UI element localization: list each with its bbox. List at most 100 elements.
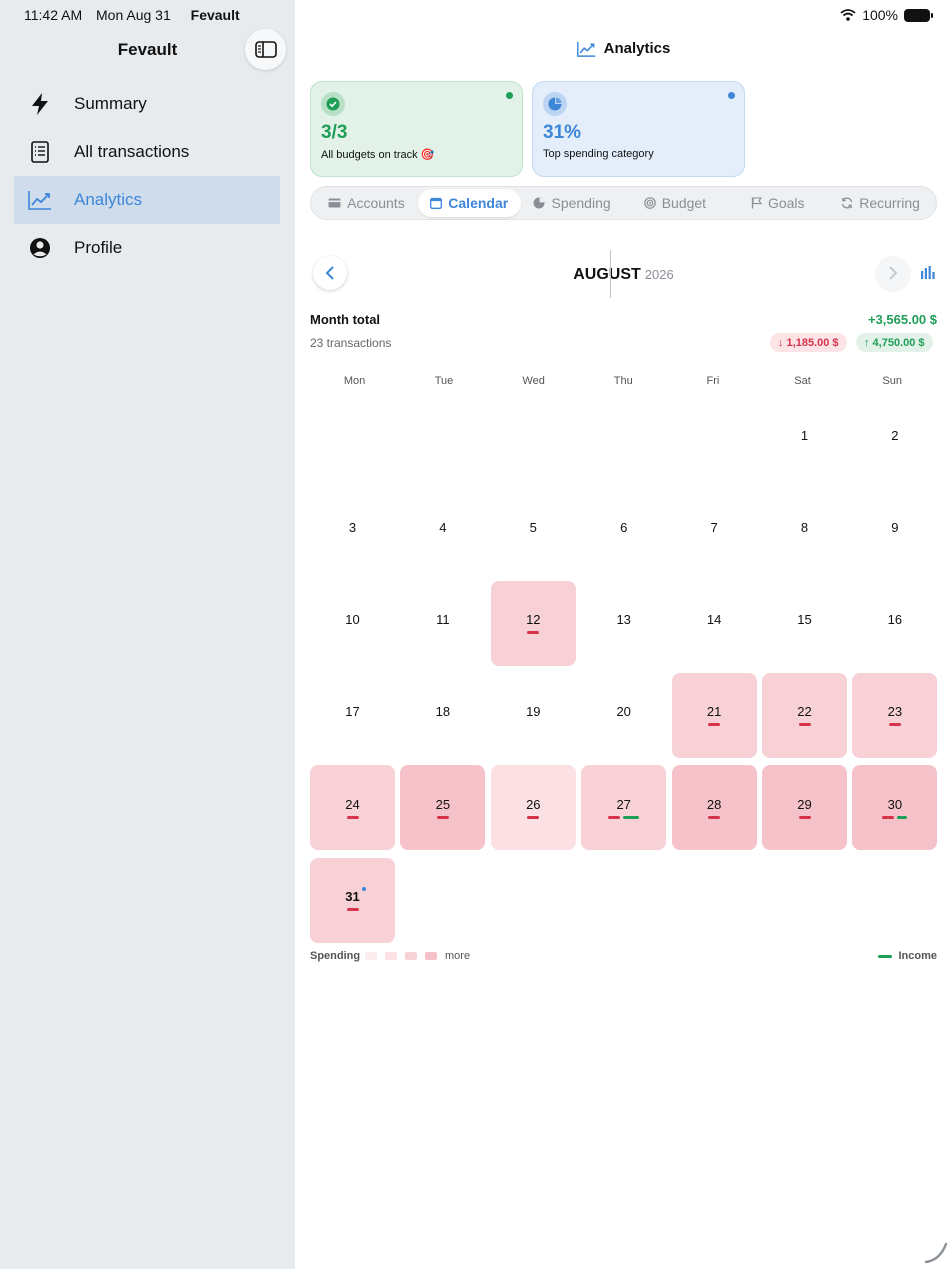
calendar-day[interactable]: 11 <box>400 581 485 666</box>
tab-spending[interactable]: Spending <box>521 189 624 217</box>
top-category-value: 31% <box>543 122 582 143</box>
flag-icon <box>751 197 762 209</box>
calendar-day[interactable]: 1 <box>762 396 847 481</box>
calendar-day[interactable]: 4 <box>400 488 485 573</box>
card-icon <box>328 198 341 208</box>
spending-mark <box>798 723 811 727</box>
pie-icon <box>533 197 545 209</box>
status-bar-right: 100% <box>840 7 933 23</box>
calendar-day[interactable]: 25 <box>400 765 486 851</box>
calendar-day-number: 28 <box>706 796 722 812</box>
sidebar-item-analytics[interactable]: Analytics <box>14 176 280 224</box>
calendar-day-number: 16 <box>887 612 903 628</box>
analytics-tabs: Accounts Calendar Spending Budget Goals … <box>310 186 937 220</box>
calendar-day[interactable]: 5 <box>491 488 576 573</box>
tab-budget[interactable]: Budget <box>623 189 726 217</box>
calendar-day[interactable]: 3 <box>310 488 395 573</box>
calendar-day[interactable]: 12 <box>490 580 576 666</box>
tab-recurring[interactable]: Recurring <box>829 189 932 217</box>
tab-goals[interactable]: Goals <box>726 189 829 217</box>
top-category-card[interactable]: 31% Top spending category <box>532 81 745 177</box>
calendar-day-number: 9 <box>891 519 899 535</box>
budgets-label: All budgets on track 🎯 <box>321 149 435 161</box>
analytics-icon <box>576 41 595 57</box>
calendar-day-number: 5 <box>529 519 537 535</box>
sidebar-toggle-button[interactable] <box>245 29 286 70</box>
calendar-day[interactable]: 26 <box>490 765 576 851</box>
calendar-day[interactable]: 7 <box>672 488 757 573</box>
calendar-day-number: 17 <box>345 704 360 720</box>
calendar-day-number: 24 <box>345 796 360 812</box>
status-dot <box>728 92 735 99</box>
calendar-day[interactable]: 9 <box>852 488 937 573</box>
tab-accounts[interactable]: Accounts <box>315 189 418 217</box>
spending-mark <box>888 723 901 727</box>
calendar-day[interactable]: 8 <box>762 488 847 573</box>
calendar-day[interactable]: 13 <box>581 581 666 666</box>
legend-more-label: more <box>445 950 471 962</box>
calendar-day[interactable]: 24 <box>310 765 395 851</box>
calendar-day[interactable]: 21 <box>671 672 757 758</box>
calendar-day-number: 11 <box>436 612 450 628</box>
legend-income-line <box>878 955 892 958</box>
calendar-day-number: 25 <box>435 796 451 812</box>
weekday-label: Sun <box>882 375 902 387</box>
calendar-day[interactable]: 30 <box>852 765 938 851</box>
status-bar-left: 11:42 AM Mon Aug 31 Fevault <box>24 7 250 23</box>
next-month-button[interactable] <box>876 256 910 290</box>
repeat-icon <box>842 197 853 209</box>
month-navigation: AUGUST 2026 <box>310 250 937 298</box>
calendar-day[interactable]: 19 <box>491 673 576 758</box>
calendar-day-number: 29 <box>797 796 812 812</box>
day-activity-marks <box>346 908 359 911</box>
sidebar-item-summary[interactable]: Summary <box>14 80 280 128</box>
calendar-day-number: 10 <box>345 612 360 628</box>
calendar-day[interactable]: 14 <box>672 581 757 666</box>
weekday-label: Thu <box>613 375 633 387</box>
check-shield-icon <box>321 92 345 116</box>
person-circle-icon <box>28 236 52 260</box>
sidebar-nav: Summary All transactions Analytics Profi… <box>14 80 280 272</box>
calendar-day[interactable]: 29 <box>762 765 847 851</box>
sidebar-item-label: Summary <box>74 94 147 113</box>
day-activity-marks <box>527 631 540 635</box>
legend-swatch-level-0 <box>365 952 377 960</box>
calendar-day[interactable]: 23 <box>852 672 938 758</box>
budgets-card[interactable]: 3/3 All budgets on track 🎯 <box>310 81 523 177</box>
spending-mark <box>436 815 449 819</box>
calendar-day[interactable]: 2 <box>852 396 937 481</box>
calendar-day-number: 3 <box>348 519 357 535</box>
month-total-label: Month total <box>310 312 381 327</box>
calendar-day-number: 15 <box>797 612 812 628</box>
day-activity-marks <box>708 815 721 819</box>
calendar-day[interactable]: 27 <box>581 765 667 851</box>
income-mark <box>897 815 908 819</box>
calendar-day[interactable]: 10 <box>310 581 395 666</box>
month-total-amount: +3,565.00 $ <box>867 312 937 327</box>
day-activity-marks <box>708 723 721 727</box>
calendar-day-number: 30 <box>887 796 903 812</box>
calendar-day[interactable]: 6 <box>581 488 666 573</box>
sidebar-item-all-transactions[interactable]: All transactions <box>14 128 280 176</box>
calendar-day-number: 26 <box>526 796 541 812</box>
tab-calendar[interactable]: Calendar <box>417 189 521 217</box>
day-activity-marks <box>436 815 449 819</box>
calendar-day[interactable]: 31 <box>310 857 395 943</box>
tab-label: Spending <box>551 195 611 211</box>
day-activity-marks <box>527 815 540 819</box>
legend-swatch-level-1 <box>385 952 397 960</box>
calendar-day[interactable]: 22 <box>762 672 847 758</box>
calendar-day[interactable]: 17 <box>310 673 395 758</box>
sidebar-item-profile[interactable]: Profile <box>14 224 280 272</box>
calendar-icon <box>430 197 443 209</box>
calendar-day[interactable]: 15 <box>762 581 847 666</box>
page-header: Analytics <box>295 40 952 57</box>
calendar-day[interactable]: 18 <box>400 673 485 758</box>
spending-mark <box>346 815 359 819</box>
bar-chart-icon[interactable] <box>921 266 935 279</box>
calendar-day-number: 21 <box>706 704 722 720</box>
calendar-day[interactable]: 28 <box>671 765 757 851</box>
calendar-day[interactable]: 20 <box>581 673 666 758</box>
calendar-day[interactable]: 16 <box>852 581 937 666</box>
chevron-right-icon <box>889 266 898 280</box>
